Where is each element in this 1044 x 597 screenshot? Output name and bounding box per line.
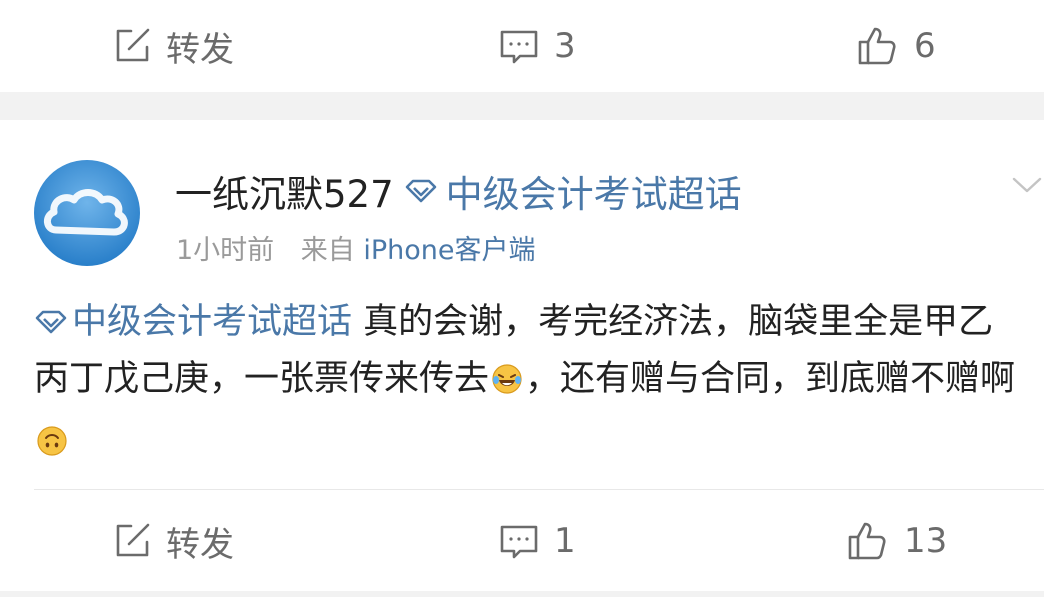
post-content: 中级会计考试超话 真的会谢，考完经济法，脑袋里全是甲乙丙丁戊己庚，一张票传来传去… xyxy=(34,294,1024,475)
comment-count: 3 xyxy=(554,26,576,66)
post-card-1: 转发 3 6 xyxy=(0,0,1044,92)
comment-icon xyxy=(498,521,540,561)
post-time: 1小时前 xyxy=(176,235,275,266)
like-button[interactable]: 6 xyxy=(856,0,936,92)
post-source: iPhone客户端 xyxy=(363,235,536,266)
like-count: 6 xyxy=(914,26,936,66)
like-button[interactable]: 13 xyxy=(846,495,947,587)
action-bar: 转发 1 13 xyxy=(0,495,1044,587)
repost-label: 转发 xyxy=(166,29,234,70)
supertopic-diamond-icon xyxy=(404,170,446,213)
content-text-2: ，还有赠与合同，到底赠不赠啊 xyxy=(525,359,1016,399)
post-meta: 1小时前 来自 iPhone客户端 xyxy=(176,228,536,267)
like-count: 13 xyxy=(904,521,948,561)
repost-button[interactable]: 转发 xyxy=(112,0,234,92)
avatar[interactable] xyxy=(34,160,140,266)
like-icon xyxy=(846,520,890,562)
author-topic-label: 中级会计考试超话 xyxy=(445,173,742,216)
comment-button[interactable]: 3 xyxy=(498,0,576,92)
repost-icon xyxy=(112,26,152,66)
username[interactable]: 一纸沉默527 xyxy=(175,164,394,218)
comment-count: 1 xyxy=(554,521,576,561)
chevron-down-icon[interactable] xyxy=(1010,170,1044,200)
action-bar: 转发 3 6 xyxy=(0,0,1044,92)
author-line: 一纸沉默527 中级会计考试超话 xyxy=(175,164,742,218)
content-topic-label: 中级会计考试超话 xyxy=(72,302,353,342)
content-divider xyxy=(34,489,1044,490)
like-icon xyxy=(856,25,900,67)
from-prefix: 来自 xyxy=(300,235,355,266)
repost-label: 转发 xyxy=(166,524,234,565)
post-separator xyxy=(0,92,1044,120)
author-topic-link[interactable]: 中级会计考试超话 xyxy=(404,164,742,218)
comment-icon xyxy=(498,26,540,66)
comment-button[interactable]: 1 xyxy=(498,495,576,587)
supertopic-diamond-icon xyxy=(35,310,67,334)
content-topic-link[interactable]: 中级会计考试超话 xyxy=(34,302,352,342)
repost-button[interactable]: 转发 xyxy=(112,495,234,587)
repost-icon xyxy=(112,521,152,561)
laughing-tears-emoji xyxy=(491,356,523,413)
upside-down-face-emoji xyxy=(36,418,68,475)
